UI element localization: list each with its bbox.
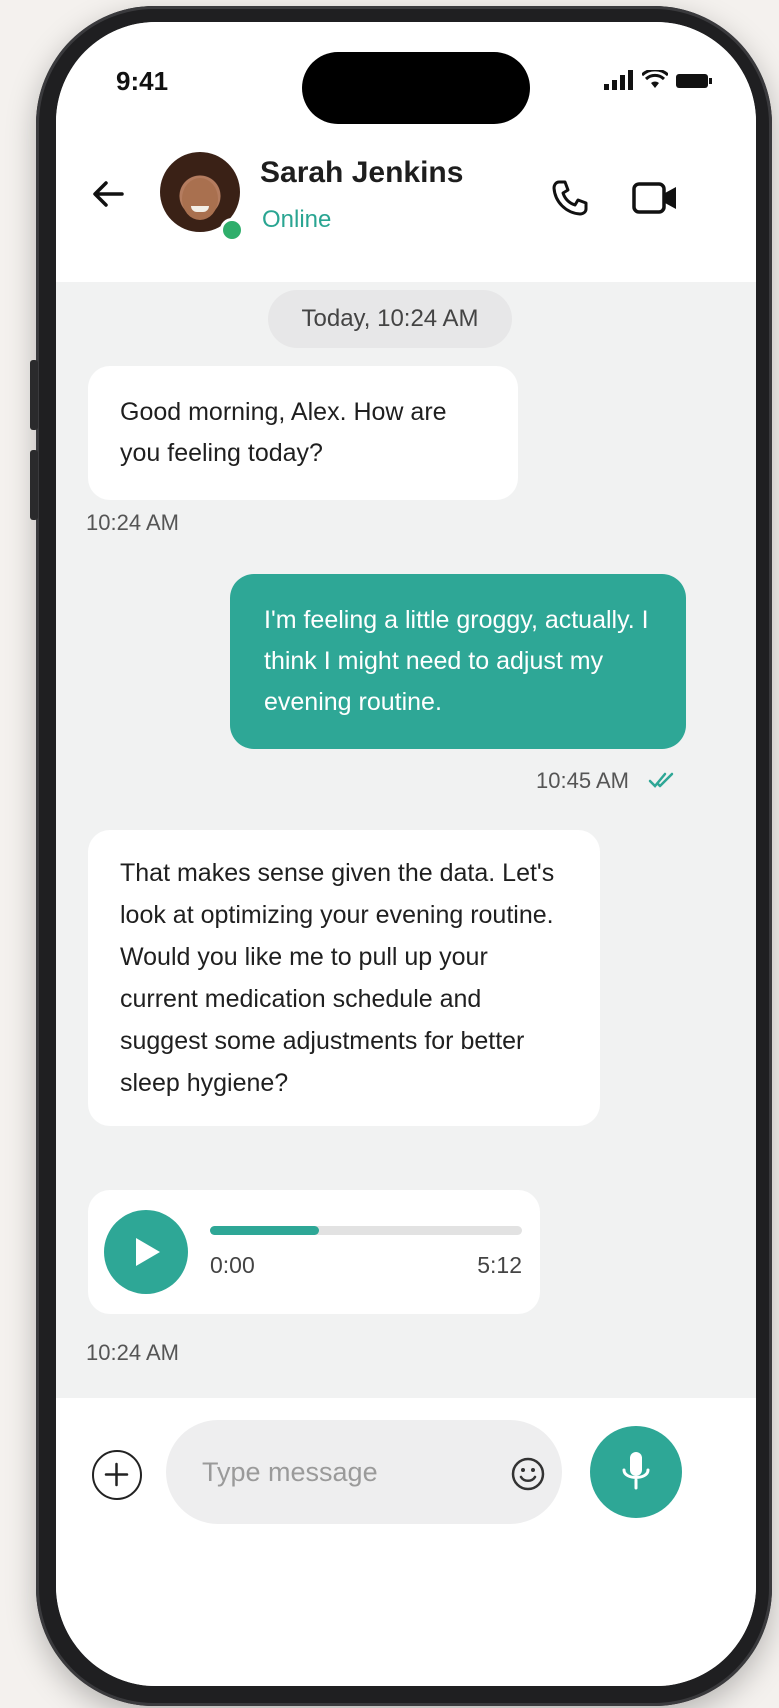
attach-button[interactable] <box>92 1450 142 1500</box>
message-bubble-outgoing[interactable]: I'm feeling a little groggy, actually. I… <box>230 574 686 749</box>
online-indicator <box>220 218 244 242</box>
back-arrow-icon[interactable] <box>88 174 128 214</box>
microphone-icon <box>622 1452 650 1490</box>
contact-status: Online <box>262 206 332 233</box>
message-composer <box>56 1398 756 1686</box>
date-divider: Today, 10:24 AM <box>268 290 512 348</box>
message-input[interactable] <box>166 1420 562 1524</box>
dynamic-island <box>302 52 530 124</box>
status-time: 9:41 <box>116 66 169 96</box>
status-bar: 9:41 <box>56 22 756 132</box>
message-bubble-incoming[interactable]: That makes sense given the data. Let's l… <box>88 830 600 1126</box>
phone-screen: 9:41 Sarah Jenkins Online Today, 10:24 A… <box>56 22 756 1686</box>
contact-name[interactable]: Sarah Jenkins <box>260 156 463 190</box>
microphone-button[interactable] <box>590 1426 682 1518</box>
wifi-icon <box>642 70 668 88</box>
video-camera-icon[interactable] <box>632 180 678 216</box>
voice-current-time: 0:00 <box>210 1252 255 1278</box>
voice-progress-fill <box>210 1226 320 1235</box>
voice-progress-track[interactable] <box>210 1226 522 1235</box>
phone-icon[interactable] <box>550 178 590 218</box>
avatar-face <box>182 178 218 220</box>
chat-header: Sarah Jenkins Online <box>56 132 756 282</box>
play-button[interactable] <box>104 1210 188 1294</box>
voice-note: 0:00 5:12 <box>88 1190 540 1314</box>
message-time: 10:45 AM <box>536 768 629 793</box>
voice-duration: 5:12 <box>477 1252 522 1278</box>
volume-button <box>30 360 38 430</box>
battery-icon <box>676 74 712 88</box>
message-time: 10:24 AM <box>86 1340 179 1365</box>
emoji-icon[interactable] <box>510 1456 546 1492</box>
plus-icon <box>104 1462 129 1487</box>
play-icon <box>136 1238 160 1266</box>
volume-button <box>30 450 38 520</box>
message-time: 10:24 AM <box>86 510 179 535</box>
signal-icon <box>604 70 633 90</box>
status-icons <box>604 70 712 90</box>
double-check-icon <box>648 772 674 788</box>
message-bubble-incoming[interactable]: Good morning, Alex. How are you feeling … <box>88 366 518 500</box>
